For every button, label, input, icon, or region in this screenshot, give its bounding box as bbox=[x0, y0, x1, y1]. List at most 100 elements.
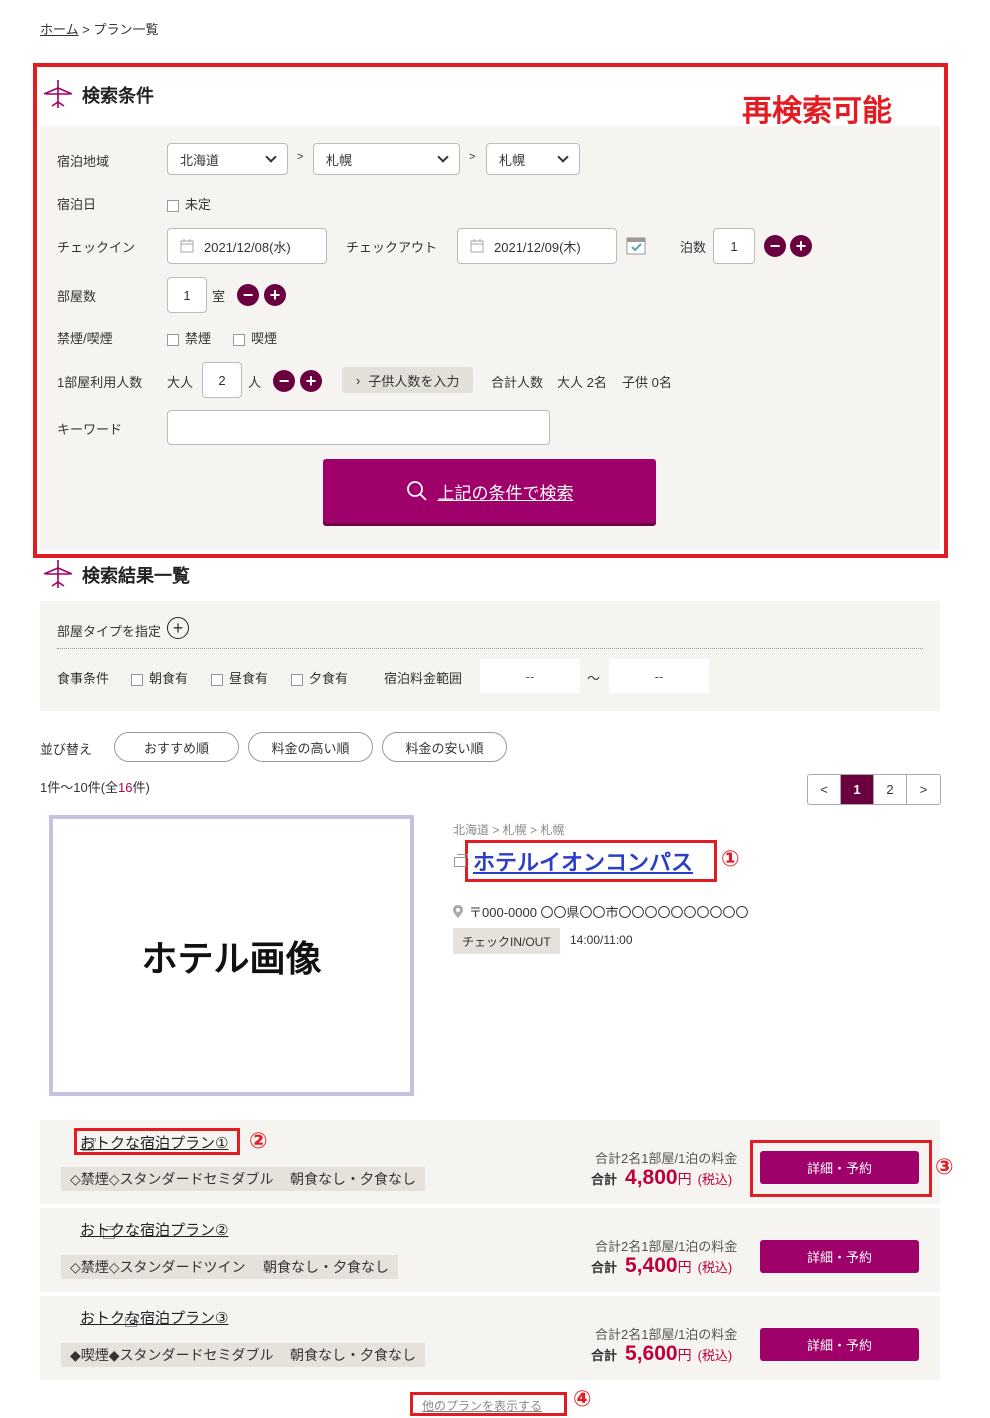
no-smoking-checkbox[interactable]: 禁煙 bbox=[167, 328, 211, 347]
sort-price-high-label: 料金の高い順 bbox=[271, 740, 350, 756]
hotel-image[interactable]: ホテル画像 bbox=[49, 815, 414, 1096]
filter-divider bbox=[57, 648, 923, 649]
result-count: 1件～10件(全16件) bbox=[40, 777, 150, 796]
more-plans-link[interactable]: 他のプランを表示する bbox=[422, 1397, 542, 1414]
checkin-value: 2021/12/08(水) bbox=[204, 239, 291, 255]
total-label: 合計人数 bbox=[491, 375, 544, 390]
pager-page-1[interactable]: 1 bbox=[841, 775, 874, 804]
chevron-down-icon bbox=[265, 151, 277, 163]
dinner-checkbox[interactable]: 夕食有 bbox=[291, 668, 348, 687]
area-select-district[interactable]: 札幌 bbox=[486, 143, 580, 175]
checkbox-icon bbox=[233, 333, 245, 346]
plan-meal-tag: 朝食なし・夕食なし bbox=[281, 1167, 425, 1191]
lunch-label: 昼食有 bbox=[229, 671, 269, 686]
plan-meal-tag: 朝食なし・夕食なし bbox=[281, 1343, 425, 1367]
chevron-right-icon: › bbox=[356, 372, 361, 388]
pager-page-2[interactable]: 2 bbox=[874, 775, 907, 804]
keyword-input[interactable] bbox=[167, 410, 550, 445]
pager-prev-button[interactable]: < bbox=[808, 775, 841, 804]
search-section-title: 検索条件 bbox=[40, 78, 154, 112]
sort-price-high-button[interactable]: 料金の高い順 bbox=[248, 732, 373, 762]
child-count-button[interactable]: › 子供人数を入力 bbox=[342, 367, 474, 393]
rooms-input[interactable]: 1 bbox=[167, 277, 207, 313]
breadcrumb-home-link[interactable]: ホーム bbox=[40, 22, 79, 37]
hotel-name-link[interactable]: ホテルイオンコンパス bbox=[473, 845, 693, 877]
price-range-label: 宿泊料金範囲 bbox=[384, 671, 463, 686]
plan-price-total-label: 合計 bbox=[591, 1348, 618, 1363]
sort-price-low-button[interactable]: 料金の安い順 bbox=[382, 732, 507, 762]
price-min-input[interactable]: -- bbox=[480, 659, 580, 693]
area-select-city[interactable]: 札幌 bbox=[313, 143, 460, 175]
smoking-option-label: 喫煙 bbox=[251, 331, 278, 346]
sort-recommend-button[interactable]: おすすめ順 bbox=[114, 732, 239, 762]
price-max-value: -- bbox=[654, 668, 664, 684]
result-count-total: 16 bbox=[118, 780, 133, 795]
reserve-button[interactable]: 詳細・予約 bbox=[760, 1151, 919, 1184]
plan-price: 合計 4,800 円 (税込) bbox=[591, 1166, 732, 1190]
nights-label: 泊数 bbox=[680, 240, 707, 255]
plan-price-total-label: 合計 bbox=[591, 1172, 618, 1187]
checkin-input[interactable]: 2021/12/08(水) bbox=[167, 228, 327, 264]
rooms-value: 1 bbox=[183, 287, 191, 303]
price-max-input[interactable]: -- bbox=[609, 659, 709, 693]
nights-minus-button[interactable]: − bbox=[764, 235, 786, 257]
plan-price-note: 合計2名1部屋/1泊の料金 bbox=[595, 1239, 738, 1254]
marker-2: ② bbox=[249, 1128, 268, 1153]
adult-minus-button[interactable]: − bbox=[273, 370, 295, 392]
plan-price-value: 5,600 bbox=[625, 1342, 678, 1365]
nights-value: 1 bbox=[730, 238, 738, 254]
sort-recommend-label: おすすめ順 bbox=[143, 740, 209, 756]
marker-1: ① bbox=[721, 846, 740, 871]
hotel-address: 〒000-0000 〇〇県〇〇市〇〇〇〇〇〇〇〇〇〇 bbox=[453, 902, 749, 921]
total-adult: 大人 2名 bbox=[557, 375, 607, 390]
checkbox-icon bbox=[131, 673, 143, 686]
search-icon bbox=[406, 481, 427, 501]
date-label: 宿泊日 bbox=[57, 197, 97, 212]
breakfast-checkbox[interactable]: 朝食有 bbox=[131, 668, 188, 687]
adult-plus-button[interactable]: + bbox=[300, 370, 322, 392]
plan-price-tax: (税込) bbox=[697, 1172, 733, 1187]
plan-price-value: 4,800 bbox=[625, 1166, 678, 1189]
calendar-icon bbox=[470, 239, 484, 253]
nights-plus-button[interactable]: + bbox=[790, 235, 812, 257]
results-section-title: 検索結果一覧 bbox=[40, 558, 190, 592]
calendar-check-icon[interactable] bbox=[626, 235, 646, 255]
plan-name-link[interactable]: おトクな宿泊プラン③ bbox=[80, 1307, 228, 1328]
plan-price-total-label: 合計 bbox=[591, 1260, 618, 1275]
adult-unit: 人 bbox=[248, 375, 262, 390]
plan-name-link[interactable]: おトクな宿泊プラン① bbox=[80, 1132, 228, 1153]
area-select-prefecture-value: 北海道 bbox=[180, 152, 220, 168]
smoking-label: 禁煙/喫煙 bbox=[57, 331, 113, 346]
recheck-annotation: 再検索可能 bbox=[742, 95, 892, 128]
pager-next-button[interactable]: > bbox=[907, 775, 940, 804]
rooms-minus-button[interactable]: − bbox=[237, 284, 259, 306]
area-select-prefecture[interactable]: 北海道 bbox=[167, 143, 288, 175]
checkout-value: 2021/12/09(木) bbox=[494, 239, 581, 255]
plan-price-unit: 円 bbox=[677, 1259, 692, 1275]
plus-icon: + bbox=[172, 618, 184, 638]
undecided-checkbox[interactable]: 未定 bbox=[167, 194, 211, 213]
reserve-button[interactable]: 詳細・予約 bbox=[760, 1328, 919, 1361]
reserve-button[interactable]: 詳細・予約 bbox=[760, 1240, 919, 1273]
add-room-type-button[interactable]: + bbox=[167, 617, 189, 639]
adult-input[interactable]: 2 bbox=[202, 362, 242, 398]
breadcrumb-separator: > bbox=[82, 22, 90, 37]
meal-label: 食事条件 bbox=[57, 671, 110, 686]
plan-price-note: 合計2名1部屋/1泊の料金 bbox=[595, 1327, 738, 1342]
smoking-checkbox[interactable]: 喫煙 bbox=[233, 328, 277, 347]
adult-value: 2 bbox=[218, 372, 226, 388]
hotel-image-label: ホテル画像 bbox=[141, 937, 322, 979]
checkout-input[interactable]: 2021/12/09(木) bbox=[457, 228, 617, 264]
plan-room-tag: ◇禁煙◇スタンダードセミダブル bbox=[61, 1167, 283, 1191]
plan-price: 合計 5,400 円 (税込) bbox=[591, 1254, 732, 1278]
nights-input[interactable]: 1 bbox=[713, 228, 755, 264]
plan-price-tax: (税込) bbox=[697, 1348, 733, 1363]
document-icon bbox=[454, 853, 468, 867]
rooms-plus-button[interactable]: + bbox=[264, 284, 286, 306]
plan-meal-tag: 朝食なし・夕食なし bbox=[254, 1255, 398, 1279]
rooms-unit: 室 bbox=[212, 289, 226, 304]
lunch-checkbox[interactable]: 昼食有 bbox=[211, 668, 268, 687]
plan-name-link[interactable]: おトクな宿泊プラン② bbox=[80, 1219, 228, 1240]
search-submit-button[interactable]: 上記の条件で検索 bbox=[323, 459, 656, 523]
keyword-label: キーワード bbox=[57, 422, 123, 437]
